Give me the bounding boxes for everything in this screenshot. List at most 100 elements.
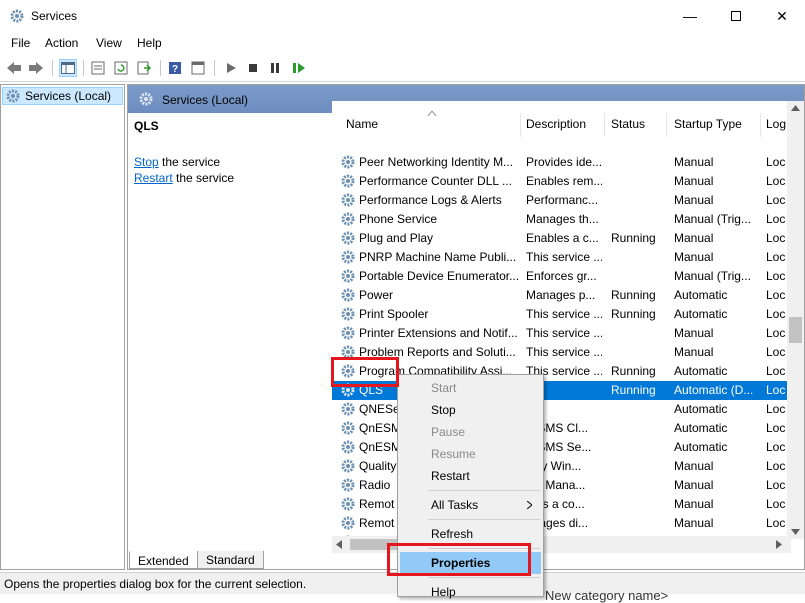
menu-item-help[interactable]: Help xyxy=(400,581,541,603)
console-tree-icon xyxy=(61,62,75,74)
service-row[interactable]: Performance Logs & Alerts Performanc... Ma… xyxy=(332,191,792,210)
service-row[interactable]: Print Spooler This service ... Running Auto… xyxy=(332,305,792,324)
show-hide-console-tree-button[interactable] xyxy=(59,59,77,77)
console-tree: Services (Local) xyxy=(0,84,125,570)
menu-file[interactable]: File xyxy=(11,36,30,50)
menu-item-restart[interactable]: Restart xyxy=(400,465,541,487)
column-separator[interactable] xyxy=(604,113,605,137)
column-header-name[interactable]: Name xyxy=(346,117,378,141)
menu-view[interactable]: View xyxy=(96,36,122,50)
cell-startup: Automatic (D... xyxy=(674,383,754,397)
cell-startup: Manual xyxy=(674,326,714,340)
service-gear-icon xyxy=(341,288,355,302)
service-gear-icon xyxy=(341,459,355,473)
service-gear-icon xyxy=(341,231,355,245)
restart-link-suffix: the service xyxy=(172,171,235,185)
service-row[interactable]: Plug and Play Enables a c... Running Manual… xyxy=(332,229,792,248)
back-arrow-icon xyxy=(7,62,21,74)
menu-item-all-tasks[interactable]: All Tasks xyxy=(400,494,541,516)
menu-help[interactable]: Help xyxy=(137,36,162,50)
service-row[interactable]: Printer Extensions and Notif... This serv… xyxy=(332,324,792,343)
menu-item-stop[interactable]: Stop xyxy=(400,399,541,421)
restart-service-button[interactable] xyxy=(290,59,308,77)
start-service-button[interactable] xyxy=(222,59,240,77)
cell-name: Phone Service xyxy=(359,212,438,226)
toolbar-separator xyxy=(214,60,215,76)
column-separator[interactable] xyxy=(760,113,761,137)
export-icon xyxy=(137,61,151,75)
forward-button[interactable] xyxy=(27,59,45,77)
services-gear-icon xyxy=(10,9,24,23)
service-row[interactable]: Phone Service Manages th... Manual (Trig..… xyxy=(332,210,792,229)
service-gear-icon xyxy=(341,440,355,454)
cell-desc: Provides ide... xyxy=(526,155,602,169)
stop-service-button[interactable] xyxy=(244,59,262,77)
title-bar: Services ― ✕ xyxy=(0,0,805,32)
service-row[interactable]: Performance Counter DLL ... Enables rem..… xyxy=(332,172,792,191)
menu-item-refresh[interactable]: Refresh xyxy=(400,523,541,545)
refresh-toolbar-button[interactable] xyxy=(112,59,130,77)
action-pane-button[interactable] xyxy=(189,59,207,77)
stop-icon xyxy=(249,64,257,72)
service-gear-icon xyxy=(341,478,355,492)
maximize-button[interactable] xyxy=(713,0,759,32)
sort-ascending-icon xyxy=(428,111,436,116)
menu-item-pause[interactable]: Pause xyxy=(400,421,541,443)
cell-startup: Automatic xyxy=(674,288,728,302)
scroll-down-icon[interactable] xyxy=(791,529,800,535)
tab-extended[interactable]: Extended xyxy=(129,551,198,569)
cell-name: Peer Networking Identity M... xyxy=(359,155,514,169)
play-icon xyxy=(227,63,236,73)
restart-icon xyxy=(293,63,305,73)
services-gear-icon xyxy=(139,92,153,106)
service-row[interactable]: PNRP Machine Name Publi... This service .… xyxy=(332,248,792,267)
properties-icon xyxy=(91,61,105,75)
scroll-left-icon[interactable] xyxy=(336,540,342,549)
cell-desc: Manages th... xyxy=(526,212,599,226)
properties-toolbar-button[interactable] xyxy=(89,59,107,77)
export-list-button[interactable] xyxy=(135,59,153,77)
column-header-log-on-as[interactable]: Log xyxy=(766,117,786,141)
svg-text:?: ? xyxy=(172,64,178,75)
menu-item-start[interactable]: Start xyxy=(400,377,541,399)
service-row[interactable]: Problem Reports and Soluti... This servic… xyxy=(332,343,792,362)
tree-node-services-local[interactable]: Services (Local) xyxy=(2,87,123,105)
service-gear-icon xyxy=(341,212,355,226)
service-row[interactable]: Peer Networking Identity M... Provides id… xyxy=(332,153,792,172)
service-gear-icon xyxy=(341,402,355,416)
service-row[interactable]: Portable Device Enumerator... Enforces gr… xyxy=(332,267,792,286)
menu-item-resume[interactable]: Resume xyxy=(400,443,541,465)
toolbar-separator xyxy=(83,60,84,76)
scroll-up-icon[interactable] xyxy=(791,105,800,111)
column-header-description[interactable]: Description xyxy=(526,117,586,141)
cell-status: Running xyxy=(611,288,656,302)
column-header-startup-type[interactable]: Startup Type xyxy=(674,117,742,141)
column-separator[interactable] xyxy=(666,113,667,137)
minimize-button[interactable]: ― xyxy=(667,0,713,32)
window-title: Services xyxy=(31,9,78,23)
back-button[interactable] xyxy=(5,59,23,77)
cell-startup: Automatic xyxy=(674,421,728,435)
scroll-right-icon[interactable] xyxy=(776,540,782,549)
cell-desc: This service ... xyxy=(526,307,602,321)
service-row[interactable]: Power Manages p... Running Automatic Loc xyxy=(332,286,792,305)
menu-action[interactable]: Action xyxy=(45,36,78,50)
vertical-scrollbar-thumb[interactable] xyxy=(789,317,802,343)
pause-service-button[interactable] xyxy=(266,59,284,77)
column-header-status[interactable]: Status xyxy=(611,117,645,141)
help-icon: ? xyxy=(169,62,181,75)
help-toolbar-button[interactable]: ? xyxy=(166,59,184,77)
service-gear-icon xyxy=(341,193,355,207)
menu-separator xyxy=(428,490,540,491)
vertical-scrollbar[interactable] xyxy=(787,101,804,539)
service-gear-icon xyxy=(341,307,355,321)
cell-name: Power xyxy=(359,288,394,302)
column-separator[interactable] xyxy=(520,113,521,137)
cell-desc: Enforces gr... xyxy=(526,269,597,283)
stop-service-link[interactable]: Stop xyxy=(134,155,159,169)
menu-separator xyxy=(428,519,540,520)
tab-standard[interactable]: Standard xyxy=(197,551,264,569)
close-button[interactable]: ✕ xyxy=(759,0,805,32)
cell-name: Portable Device Enumerator... xyxy=(359,269,519,283)
restart-service-link[interactable]: Restart xyxy=(134,171,173,185)
